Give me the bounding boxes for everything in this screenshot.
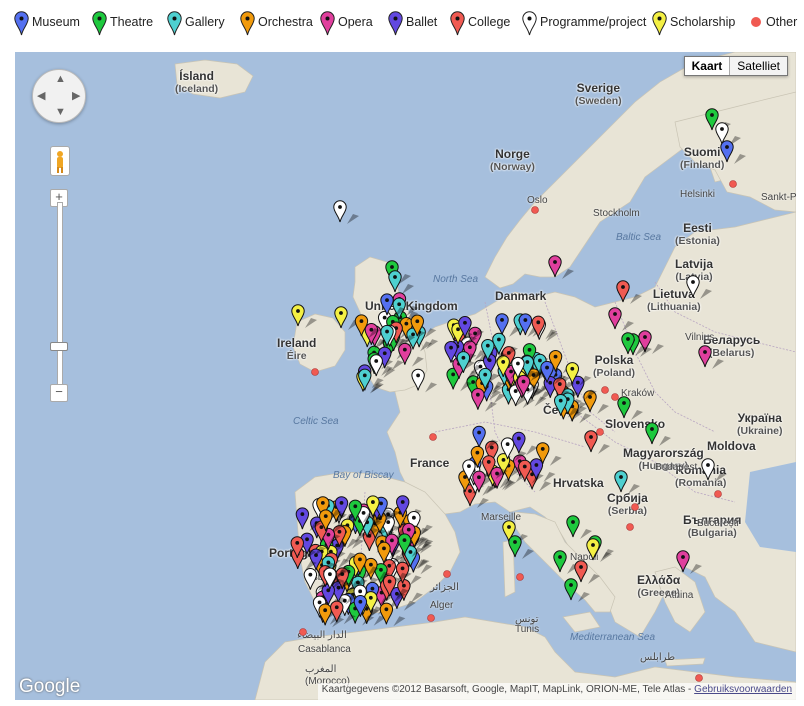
map-marker-pin-icon[interactable] [512,431,538,456]
terms-of-use-link[interactable]: Gebruiksvoorwaarden [694,684,792,695]
other-dot-icon [751,17,761,27]
map-marker-pin-icon[interactable] [645,422,671,446]
legend-item-gallery[interactable]: Gallery [167,10,225,38]
map-attribution: Kaartgegevens ©2012 Basarsoft, Google, M… [317,683,796,700]
map-marker-pin-icon[interactable] [548,255,574,279]
map-pin-icon [240,11,255,36]
map-marker-pin-icon[interactable] [583,390,609,414]
map-marker-pin-icon[interactable] [617,396,643,420]
legend-item-scholarship[interactable]: Scholarship [652,10,735,38]
map-dot-marker[interactable] [631,503,639,511]
map-marker-pin-icon[interactable] [566,515,592,539]
map-marker-pin-icon[interactable] [564,578,590,602]
legend-item-ballet[interactable]: Ballet [388,10,437,38]
map-marker-pin-icon[interactable] [616,280,642,304]
map-dot-marker[interactable] [427,614,435,622]
map-marker-pin-icon[interactable] [333,200,359,224]
map-dot-marker[interactable] [601,386,609,394]
map-marker-pin-icon[interactable] [676,550,702,574]
legend-label: Museum [32,15,80,29]
category-legend: Museum Theatre Gallery Orchestra Opera Ballet… [0,0,804,48]
map-marker-pin-icon[interactable] [686,275,712,299]
map-dot-marker[interactable] [626,523,634,531]
map-marker-pin-icon[interactable] [574,560,600,584]
legend-label: Orchestra [258,15,313,29]
map-dot-marker[interactable] [429,433,437,441]
map-marker-pin-icon[interactable] [411,368,438,393]
map-pin-icon [167,11,182,36]
legend-item-college[interactable]: College [450,10,510,38]
map-dot-marker[interactable] [531,206,539,214]
map-pin-icon [14,11,29,36]
map-pin-icon [388,11,403,36]
legend-label: Scholarship [670,15,736,29]
legend-item-programme-project[interactable]: Programme/project [522,10,646,38]
map-dot-marker[interactable] [729,180,737,188]
map-marker-pin-icon[interactable] [698,345,724,369]
map-dot-marker[interactable] [311,368,319,376]
map-dot-marker[interactable] [695,674,703,682]
map-dot-marker[interactable] [596,428,604,436]
legend-item-orchestra[interactable]: Orchestra [240,10,313,38]
map-pin-icon [92,11,107,36]
map-marker-pin-icon[interactable] [720,140,746,164]
legend-label: Ballet [406,15,438,29]
legend-label: College [468,15,511,29]
map-dot-marker[interactable] [443,570,451,578]
legend-item-other[interactable]: Other [751,10,797,38]
legend-label: Other [766,15,798,29]
map-marker-pin-icon[interactable] [701,458,727,482]
map-dot-marker[interactable] [611,393,619,401]
map-marker-pin-icon[interactable] [614,470,640,494]
markers-layer[interactable] [15,52,796,700]
map-canvas[interactable]: Kaart Satelliet ▲ ▼ ◀ ▶ + − Ísland (Icela… [15,52,796,700]
map-marker-pin-icon[interactable] [608,307,634,331]
legend-label: Opera [338,15,373,29]
legend-item-theatre[interactable]: Theatre [92,10,153,38]
map-dot-marker[interactable] [516,573,524,581]
legend-label: Programme/project [540,15,647,29]
map-marker-pin-icon[interactable] [291,304,317,328]
map-pin-icon [522,11,537,36]
legend-item-museum[interactable]: Museum [14,10,80,38]
map-pin-icon [652,11,667,36]
legend-label: Theatre [110,15,154,29]
map-pin-icon [320,11,335,36]
legend-label: Gallery [185,15,225,29]
map-dot-marker[interactable] [299,628,307,636]
legend-item-opera[interactable]: Opera [320,10,373,38]
map-dot-marker[interactable] [714,490,722,498]
google-logo: Google [19,676,81,697]
map-pin-icon [450,11,465,36]
